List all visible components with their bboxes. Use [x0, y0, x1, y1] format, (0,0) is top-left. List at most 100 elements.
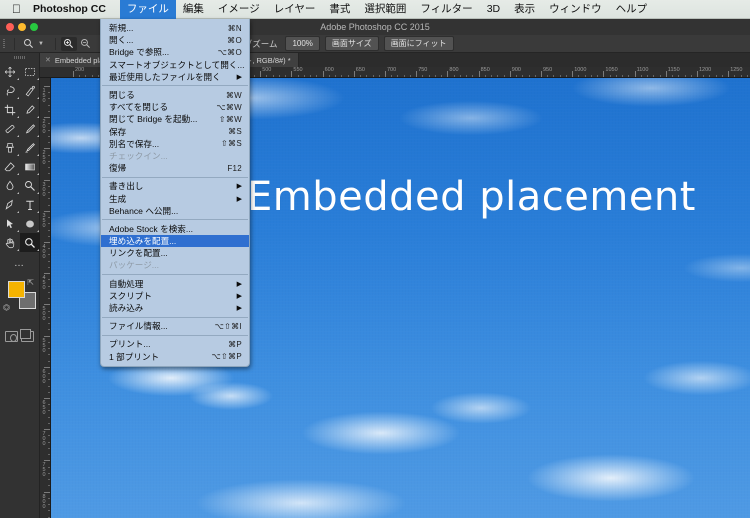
- menu-item-print-one-copy[interactable]: 1 部プリント ⌥⇧⌘P: [101, 351, 249, 363]
- pen-tool[interactable]: [0, 195, 20, 214]
- ruler-tick: [44, 242, 50, 243]
- menu-view[interactable]: 表示: [507, 0, 542, 19]
- menu-item-save-as[interactable]: 別名で保存... ⇧⌘S: [101, 138, 249, 150]
- menu-filter[interactable]: フィルター: [413, 0, 479, 19]
- menu-file[interactable]: ファイル: [119, 0, 176, 19]
- screen-mode-icon[interactable]: [19, 329, 34, 342]
- menu-item-export[interactable]: 書き出し ▶: [101, 180, 249, 192]
- blur-tool[interactable]: [0, 176, 20, 195]
- crop-tool[interactable]: [0, 100, 20, 119]
- menu-item-open[interactable]: 開く... ⌘O: [101, 34, 249, 46]
- menu-item-new[interactable]: 新規... ⌘N: [101, 22, 249, 34]
- menu-item-label: 自動処理: [109, 278, 144, 289]
- submenu-arrow-icon: ▶: [236, 280, 242, 288]
- eyedropper-tool[interactable]: [20, 100, 40, 119]
- zoom-in-icon[interactable]: [60, 36, 77, 51]
- default-colors-icon[interactable]: ⏣: [3, 303, 10, 312]
- ruler-tick: [44, 210, 50, 212]
- menu-3d[interactable]: 3D: [480, 0, 507, 19]
- brush-tool[interactable]: [20, 119, 40, 138]
- ruler-minor-tick: [47, 285, 50, 287]
- menu-item-open-as-smart-object[interactable]: スマートオブジェクトとして開く...: [101, 59, 249, 71]
- menu-item-save[interactable]: 保存 ⌘S: [101, 126, 249, 138]
- ruler-minor-tick: [47, 298, 50, 300]
- menu-item-browse-in-bridge[interactable]: Bridge で参照... ⌥⌘O: [101, 46, 249, 58]
- ruler-minor-tick: [47, 435, 50, 437]
- menu-window[interactable]: ウィンドウ: [542, 0, 609, 19]
- hand-tool[interactable]: [0, 233, 20, 252]
- apple-icon[interactable]: : [12, 3, 21, 15]
- menu-item-share-on-behance[interactable]: Behance へ公開...: [101, 205, 249, 217]
- menu-type[interactable]: 書式: [322, 0, 357, 19]
- zoom-out-icon[interactable]: [78, 37, 94, 51]
- eraser-tool[interactable]: [0, 157, 20, 176]
- fill-screen-button[interactable]: 画面にフィット: [383, 36, 454, 51]
- path-selection-tool[interactable]: [0, 214, 20, 233]
- ruler-minor-tick: [341, 74, 343, 77]
- quick-mask-icon[interactable]: [5, 331, 19, 342]
- swap-colors-icon[interactable]: ⇱: [27, 278, 34, 287]
- menu-item-print[interactable]: プリント... ⌘P: [101, 338, 249, 350]
- menu-item-close-and-go-to-bridge[interactable]: 閉じて Bridge を起動... ⇧⌘W: [101, 113, 249, 125]
- ruler-tick: [447, 71, 449, 77]
- ruler-minor-tick: [547, 74, 549, 77]
- minimize-window-button[interactable]: [18, 23, 26, 31]
- window-controls: [6, 23, 38, 31]
- zoom-100-button[interactable]: 100%: [285, 36, 320, 51]
- menu-layer[interactable]: レイヤー: [267, 0, 323, 19]
- menu-item-place-embedded[interactable]: 埋め込みを配置...: [101, 235, 249, 248]
- ruler-label: 1250: [730, 67, 743, 73]
- zoom-tool-icon[interactable]: [20, 37, 36, 51]
- menu-item-close[interactable]: 閉じる ⌘W: [101, 89, 249, 101]
- shape-tool[interactable]: [20, 214, 40, 233]
- ruler-minor-tick: [47, 447, 50, 449]
- ruler-tick: [291, 71, 293, 77]
- quick-selection-tool[interactable]: [20, 81, 40, 100]
- menu-item-automate[interactable]: 自動処理 ▶: [101, 278, 249, 290]
- menu-help[interactable]: ヘルプ: [609, 0, 655, 19]
- close-window-button[interactable]: [6, 23, 14, 31]
- ruler-label: 500: [262, 67, 272, 73]
- toolbox-grip[interactable]: [0, 53, 39, 62]
- fit-screen-button[interactable]: 画面サイズ: [324, 36, 379, 51]
- menu-select[interactable]: 選択範囲: [357, 0, 413, 19]
- menu-item-file-info[interactable]: ファイル情報... ⌥⇧⌘I: [101, 320, 249, 332]
- ruler-minor-tick: [47, 254, 50, 256]
- ruler-minor-tick: [47, 142, 50, 144]
- menu-edit[interactable]: 編集: [176, 0, 211, 19]
- submenu-arrow-icon: ▶: [236, 73, 242, 81]
- menu-item-place-linked[interactable]: リンクを配置...: [101, 247, 249, 259]
- menu-item-generate[interactable]: 生成 ▶: [101, 192, 249, 204]
- ruler-label: 650: [355, 67, 365, 73]
- macos-menu-bar:  Photoshop CC ファイル 編集 イメージ レイヤー 書式 選択範囲…: [0, 0, 750, 19]
- gradient-tool[interactable]: [20, 157, 40, 176]
- menu-item-open-recent[interactable]: 最近使用したファイルを開く ▶: [101, 71, 249, 83]
- vertical-ruler[interactable]: 150 200 250 300 350 400 450 500 550 600 650 700 750 8…: [40, 78, 51, 518]
- menu-item-search-adobe-stock[interactable]: Adobe Stock を検索...: [101, 223, 249, 235]
- menu-item-scripts[interactable]: スクリプト ▶: [101, 290, 249, 302]
- ruler-minor-tick: [441, 74, 443, 77]
- zoom-tool[interactable]: [20, 233, 40, 252]
- ruler-minor-tick: [647, 74, 649, 77]
- close-icon[interactable]: ✕: [45, 56, 51, 64]
- menu-item-import[interactable]: 読み込み ▶: [101, 302, 249, 314]
- menu-item-revert[interactable]: 復帰 F12: [101, 162, 249, 174]
- menu-item-close-all[interactable]: すべてを閉じる ⌥⌘W: [101, 101, 249, 113]
- healing-brush-tool[interactable]: [0, 119, 20, 138]
- chevron-down-icon[interactable]: ▼: [38, 41, 44, 47]
- move-tool[interactable]: [0, 62, 20, 81]
- lasso-tool[interactable]: [0, 81, 20, 100]
- type-tool[interactable]: [20, 195, 40, 214]
- menu-image[interactable]: イメージ: [211, 0, 267, 19]
- ruler-minor-tick: [47, 229, 50, 231]
- clone-stamp-tool[interactable]: [0, 138, 20, 157]
- ruler-minor-tick: [47, 391, 50, 393]
- more-tools-button[interactable]: …: [0, 258, 39, 269]
- history-brush-tool[interactable]: [20, 138, 40, 157]
- dodge-tool[interactable]: [20, 176, 40, 195]
- menu-item-label: 読み込み: [109, 303, 144, 314]
- zoom-window-button[interactable]: [30, 23, 38, 31]
- foreground-color-swatch[interactable]: [8, 281, 25, 298]
- options-bar-grip[interactable]: [0, 35, 9, 53]
- marquee-tool[interactable]: [20, 62, 40, 81]
